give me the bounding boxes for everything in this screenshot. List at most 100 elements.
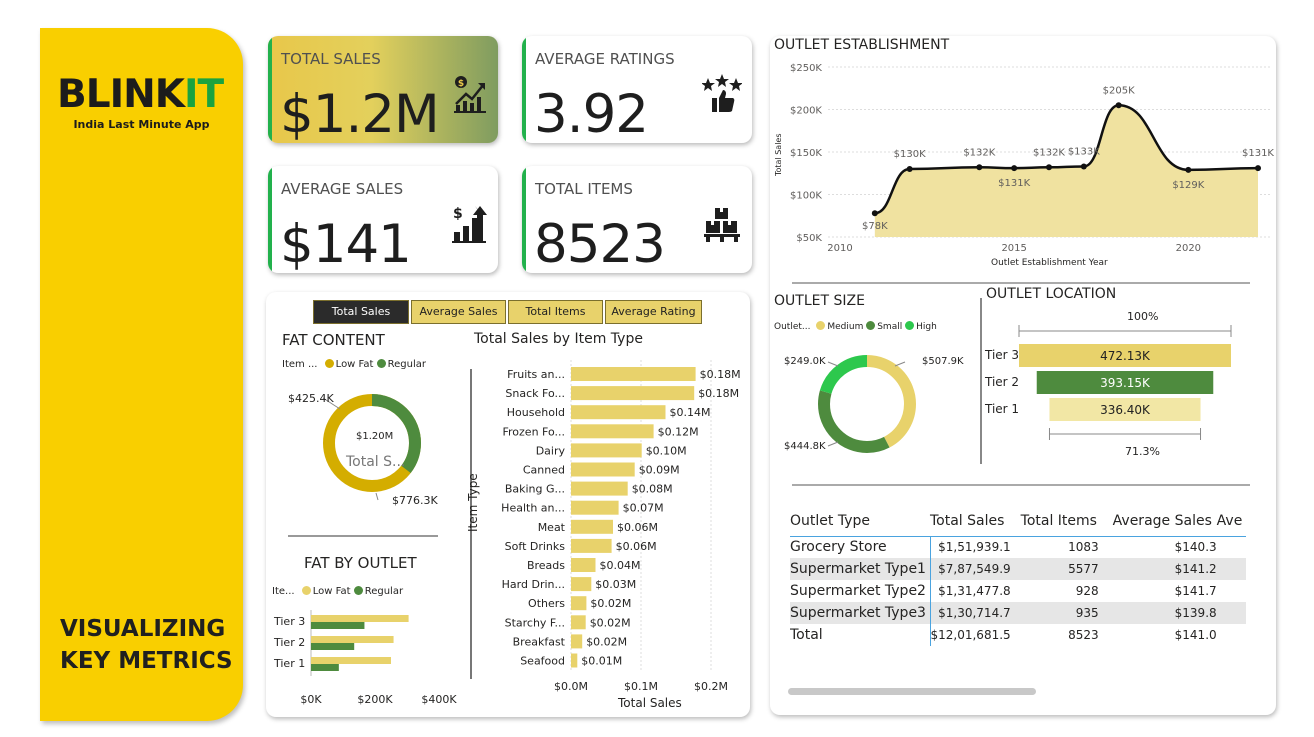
data-label: $0.18M — [698, 387, 739, 400]
table-cell: 928 — [1075, 584, 1099, 598]
category-label: Tier 1 — [273, 657, 305, 670]
establishment-title: OUTLET ESTABLISHMENT — [774, 37, 950, 53]
table-total-row[interactable]: Total $12,01,681.5 8523 $141.0 — [790, 624, 1246, 646]
data-label: $0.04M — [600, 559, 641, 572]
table-cell: $139.8 — [1174, 606, 1217, 620]
category-label: Snack Fo... — [505, 387, 565, 400]
data-label: $0.02M — [590, 597, 631, 610]
category-label: Baking G... — [505, 483, 565, 496]
data-label: $0.06M — [616, 540, 657, 553]
category-label: Starchy F... — [505, 616, 565, 629]
data-label: $133K — [1068, 146, 1100, 157]
establishment-xlabel: Outlet Establishment Year — [991, 258, 1108, 268]
data-point — [1046, 164, 1052, 171]
data-label: 393.15K — [1100, 376, 1151, 390]
axis-tick-label: $0.2M — [694, 680, 728, 693]
category-label: Seafood — [520, 655, 565, 668]
kpi-label: AVERAGE SALES — [281, 180, 404, 198]
axis-tick-label: $250K — [790, 63, 822, 74]
data-label: $129K — [1172, 180, 1204, 191]
data-point — [1255, 165, 1261, 172]
data-label: $0.02M — [586, 635, 627, 648]
data-label: $130K — [894, 149, 926, 160]
col-header[interactable]: Total Items — [1021, 506, 1113, 536]
outlet-location-title: OUTLET LOCATION — [986, 286, 1117, 302]
tab-total-sales[interactable]: Total Sales — [313, 300, 409, 324]
tab-average-rating[interactable]: Average Rating — [605, 300, 702, 324]
kpi-value: $141 — [280, 214, 412, 273]
data-label: 336.40K — [1100, 403, 1151, 417]
bar — [571, 443, 642, 458]
outlet-panel: OUTLET ESTABLISHMENT $250K $200K $150K $100… — [770, 36, 1276, 715]
col-header[interactable]: Outlet Type — [790, 506, 930, 536]
bar-low-fat — [311, 636, 394, 643]
item-type-title: Total Sales by Item Type — [474, 331, 643, 347]
tab-average-sales[interactable]: Average Sales — [411, 300, 506, 324]
area-fill — [874, 105, 1258, 237]
table-row[interactable]: Supermarket Type2 $1,31,477.8 928 $141.7 — [790, 580, 1246, 602]
table-cell: $12,01,681.5 — [930, 628, 1011, 642]
horizontal-scrollbar[interactable] — [788, 688, 1036, 695]
data-label: $131K — [998, 178, 1030, 189]
col-header[interactable]: Total Sales — [930, 506, 1021, 536]
data-point — [1011, 165, 1018, 172]
tab-total-items[interactable]: Total Items — [508, 300, 603, 324]
data-label: $0.03M — [595, 578, 636, 591]
kpi-value: 3.92 — [534, 84, 649, 143]
kpi-total-items[interactable]: TOTAL ITEMS 8523 — [522, 166, 752, 273]
table-row[interactable]: Supermarket Type3 $1,30,714.7 935 $139.8 — [790, 602, 1246, 624]
bar — [571, 462, 635, 477]
data-label: $78K — [862, 221, 888, 232]
category-label: Tier 3 — [273, 615, 305, 628]
donut-center-label: Total S... — [346, 454, 406, 470]
tagline: India Last Minute App — [73, 118, 210, 131]
table-row[interactable]: Supermarket Type1 $7,87,549.9 5577 $141.2 — [790, 558, 1246, 580]
donut-label-high: $249.0K — [784, 356, 826, 367]
kpi-total-sales[interactable]: TOTAL SALES $1.2M $ — [268, 36, 498, 143]
data-label: $0.18M — [700, 368, 741, 381]
outlet-size-legend: Outlet... Medium Small High — [774, 321, 937, 332]
data-label: $205K — [1103, 85, 1135, 96]
table-cell: Supermarket Type2 — [790, 580, 931, 602]
table-cell: $141.2 — [1174, 562, 1217, 576]
bar — [571, 386, 695, 401]
outlet-location-funnel: Tier 3 472.13K Tier 2 393.15K Tier 1 336.40K — [984, 325, 1232, 440]
rating-thumbs-up-icon — [702, 74, 742, 112]
col-header[interactable]: Average Sales — [1113, 506, 1217, 536]
funnel-top-pct: 100% — [1127, 310, 1159, 323]
kpi-average-ratings[interactable]: AVERAGE RATINGS 3.92 — [522, 36, 752, 143]
table-cell: $141.0 — [1174, 628, 1217, 642]
kpi-label: TOTAL ITEMS — [535, 180, 633, 198]
divider — [792, 484, 1250, 486]
axis-tick-label: 2010 — [827, 243, 852, 254]
table-cell: $141.7 — [1174, 584, 1217, 598]
legend-dot-regular — [376, 359, 386, 368]
category-label: Meat — [538, 521, 566, 534]
item-type-xlabel: Total Sales — [618, 696, 682, 710]
col-header[interactable]: Ave — [1217, 506, 1246, 536]
data-label: $0.12M — [658, 425, 699, 438]
bar-low-fat — [311, 615, 409, 622]
fat-by-outlet-title: FAT BY OUTLET — [304, 554, 417, 572]
data-point — [1080, 163, 1087, 170]
kpi-average-sales[interactable]: AVERAGE SALES $141 $ — [268, 166, 498, 273]
category-label: Tier 3 — [984, 348, 1019, 362]
bar — [571, 424, 654, 439]
outlet-size-title: OUTLET SIZE — [774, 293, 865, 309]
donut-center-value: $1.20M — [356, 431, 394, 442]
category-label: Health an... — [501, 502, 565, 515]
sidebar: BLINKIT India Last Minute App VISUALIZIN… — [40, 28, 243, 721]
bar-low-fat — [311, 657, 391, 664]
data-label: $0.09M — [639, 464, 680, 477]
bar — [571, 481, 628, 496]
table-cell: 5577 — [1068, 562, 1099, 576]
table-row[interactable]: Grocery Store $1,51,939.1 1083 $140.3 — [790, 536, 1246, 558]
axis-tick-label: $400K — [421, 693, 457, 706]
svg-text:$: $ — [453, 206, 463, 222]
axis-tick-label: $0K — [300, 693, 322, 706]
data-point — [976, 164, 983, 171]
data-label: 472.13K — [1100, 349, 1151, 363]
bar — [571, 367, 696, 381]
bar — [571, 500, 619, 515]
data-label: $132K — [1033, 147, 1065, 158]
